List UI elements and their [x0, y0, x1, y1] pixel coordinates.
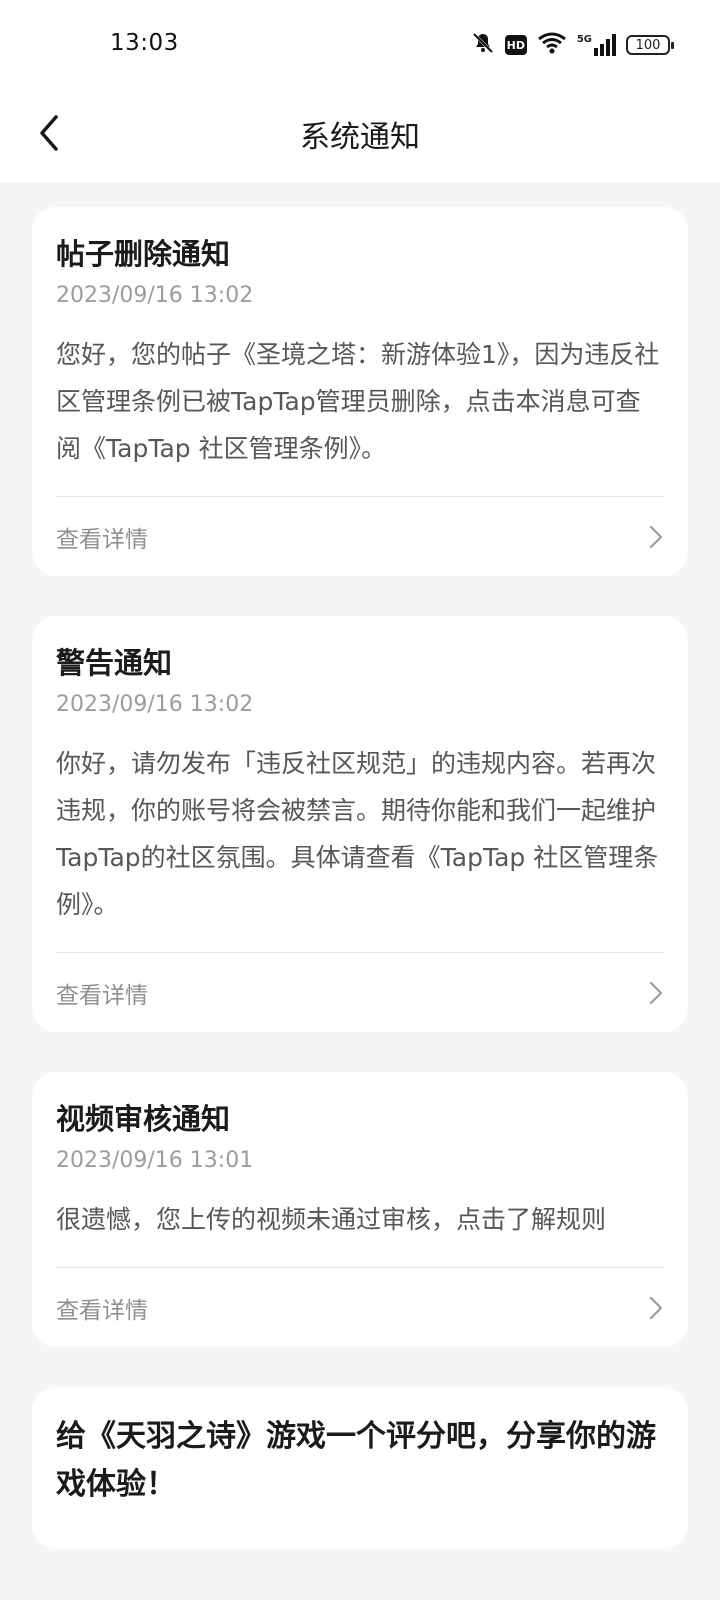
wifi-icon — [537, 31, 567, 59]
notification-title: 帖子删除通知 — [56, 237, 231, 271]
notification-card[interactable]: 给《天羽之诗》游戏一个评分吧，分享你的游戏体验！ — [32, 1387, 688, 1549]
notification-card[interactable]: 警告通知 2023/09/16 13:02 你好，请勿发布「违反社区规范」的违规… — [32, 616, 688, 1032]
view-details-button[interactable]: 查看详情 — [56, 496, 664, 576]
notification-time: 2023/09/16 13:01 — [56, 1148, 254, 1173]
notification-time: 2023/09/16 13:02 — [56, 692, 254, 717]
notification-title: 警告通知 — [56, 646, 173, 680]
bell-muted-icon — [471, 31, 495, 59]
signal-5g-icon: 5G — [577, 34, 616, 56]
notification-body: 您好，您的帖子《圣境之塔：新游体验1》，因为违反社区管理条例已被TapTap管理… — [56, 340, 660, 463]
notification-card[interactable]: 视频审核通知 2023/09/16 13:01 很遗憾，您上传的视频未通过审核，… — [32, 1072, 688, 1347]
view-details-label: 查看详情 — [56, 982, 148, 1009]
view-details-label: 查看详情 — [56, 1297, 148, 1324]
notification-body: 很遗憾，您上传的视频未通过审核，点击了解规则 — [56, 1205, 607, 1234]
battery-icon: 100 — [626, 35, 674, 55]
status-bar: 13:03 HD 5G 100 — [0, 0, 720, 90]
page-title: 系统通知 — [300, 120, 420, 155]
view-details-label: 查看详情 — [56, 526, 148, 553]
hd-icon: HD — [504, 35, 527, 55]
chevron-right-icon — [649, 981, 663, 1004]
notification-title: 视频审核通知 — [56, 1102, 231, 1136]
view-details-button[interactable]: 查看详情 — [56, 952, 664, 1032]
status-time: 13:03 — [110, 30, 179, 56]
notification-card[interactable]: 帖子删除通知 2023/09/16 13:02 您好，您的帖子《圣境之塔：新游体… — [32, 207, 688, 576]
chevron-right-icon — [649, 525, 663, 548]
notification-list[interactable]: 帖子删除通知 2023/09/16 13:02 您好，您的帖子《圣境之塔：新游体… — [0, 182, 720, 1600]
status-icons: HD 5G 100 — [471, 30, 674, 60]
nav-bar: 系统通知 — [0, 90, 720, 182]
view-details-button[interactable]: 查看详情 — [56, 1267, 664, 1347]
chevron-right-icon — [649, 1296, 663, 1319]
notification-time: 2023/09/16 13:02 — [56, 283, 254, 308]
notification-body: 你好，请勿发布「违反社区规范」的违规内容。若再次违规，你的账号将会被禁言。期待你… — [56, 749, 659, 919]
notification-title: 给《天羽之诗》游戏一个评分吧，分享你的游戏体验！ — [56, 1419, 656, 1502]
